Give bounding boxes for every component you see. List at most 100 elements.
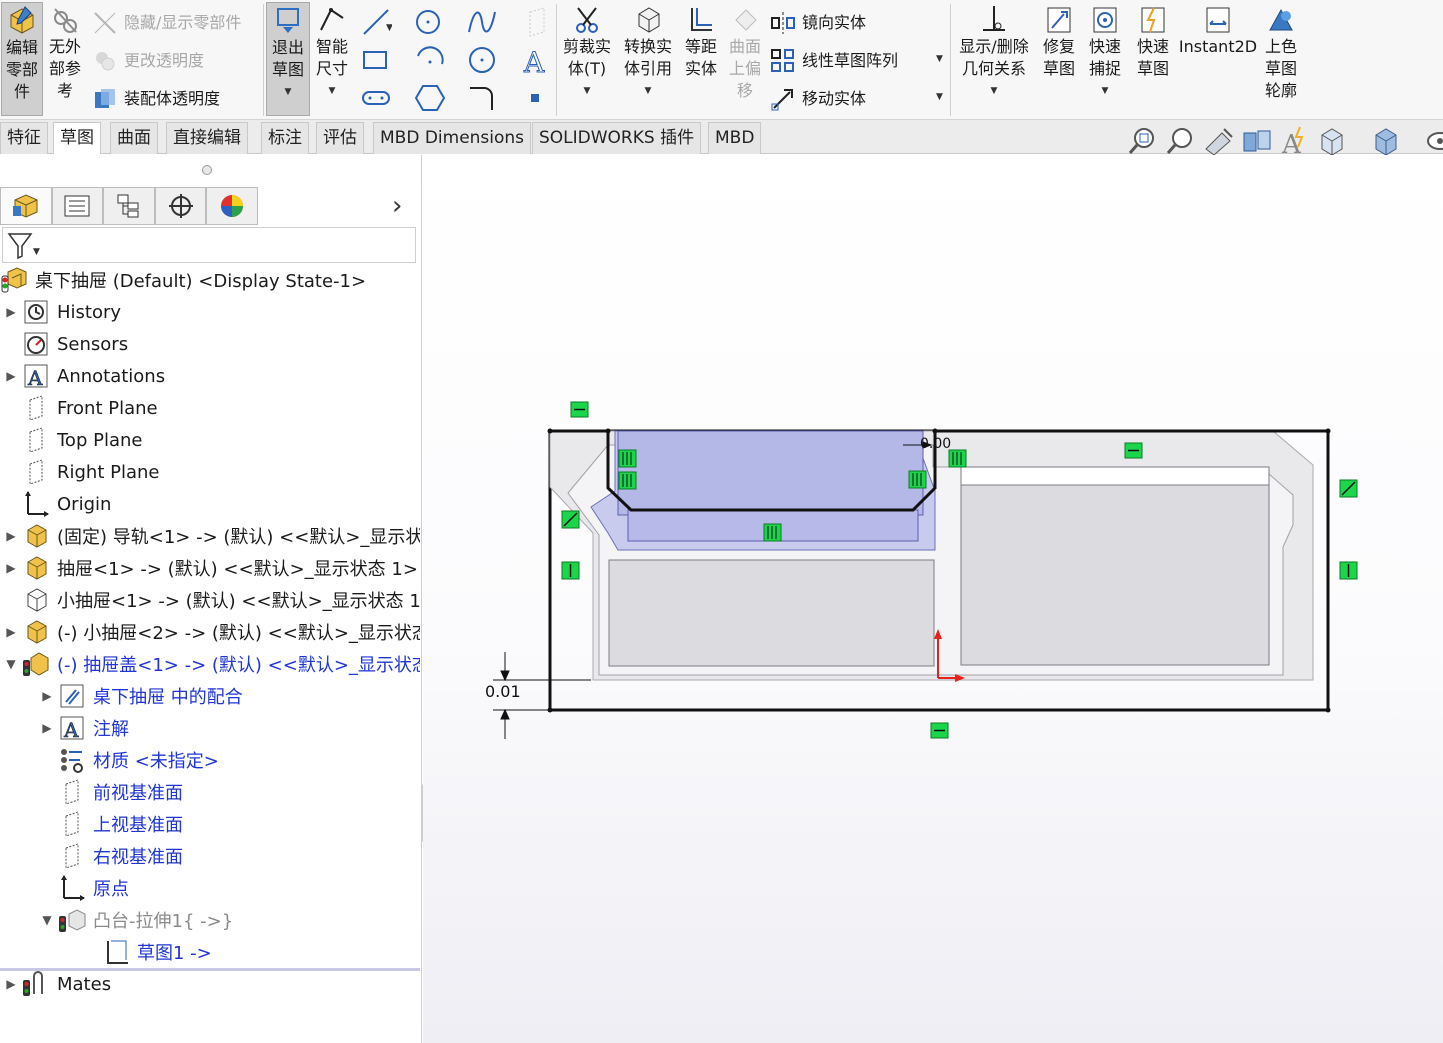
shaded-sketch-contours-button[interactable]: 上色 草图 轮廓	[1260, 2, 1302, 116]
dimension-value-vertical[interactable]: 0.01	[485, 682, 521, 701]
convert-dropdown-icon[interactable]: ▼	[619, 80, 677, 102]
tree-item-origin[interactable]: Origin	[0, 488, 420, 520]
rapid-sketch-button[interactable]: 快速 草图	[1130, 2, 1176, 116]
tree-item-top-plane-cn[interactable]: 上视基准面	[0, 808, 420, 840]
edit-part-button[interactable]: 编辑 零部 件	[1, 2, 43, 116]
tab-configuration-manager[interactable]	[103, 187, 155, 225]
expand-arrow-icon[interactable]: ▶	[0, 561, 22, 575]
circle-tool-icon[interactable]	[414, 6, 446, 38]
tree-item-component-editing[interactable]: ▼ (-) 抽屉盖<1> -> (默认) <<默认>_显示状态 1>	[0, 648, 420, 680]
expand-arrow-icon[interactable]: ▶	[0, 977, 22, 991]
trim-dropdown-icon[interactable]: ▼	[558, 80, 616, 102]
expand-arrow-icon[interactable]: ▶	[36, 721, 58, 735]
sketch-view[interactable]	[423, 155, 1443, 1043]
snaps-dropdown-icon[interactable]: ▼	[1084, 80, 1126, 102]
tree-item-component[interactable]: ▶ (-) 小抽屉<2> -> (默认) <<默认>_显示状态 1>	[0, 616, 420, 648]
tab-mbd[interactable]: MBD	[708, 122, 762, 154]
expand-arrow-icon[interactable]: ▶	[0, 369, 22, 383]
tab-markup[interactable]: 标注	[261, 122, 309, 154]
tree-item-component[interactable]: 小抽屉<1> -> (默认) <<默认>_显示状态 1>	[0, 584, 420, 616]
smart-dimension-dropdown-icon[interactable]: ▼	[312, 80, 352, 102]
filter-icon[interactable]: ▼	[3, 228, 43, 262]
polygon-tool-icon[interactable]	[414, 82, 446, 114]
tab-evaluate[interactable]: 评估	[316, 122, 364, 154]
offset-entities-button[interactable]: 等距 实体	[680, 2, 722, 116]
arc-tool-icon[interactable]	[414, 44, 446, 76]
spline-tool-icon[interactable]	[466, 6, 498, 38]
expand-arrow-icon[interactable]: ▶	[0, 625, 22, 639]
tree-item-right-plane-cn[interactable]: 右视基准面	[0, 840, 420, 872]
display-delete-relations-button[interactable]: 显示/删除 几何关系 ▼	[954, 2, 1034, 116]
expand-arrow-icon[interactable]: ▶	[0, 305, 22, 319]
tree-item-mates-in-assembly[interactable]: ▶ 桌下抽屉 中的配合	[0, 680, 420, 712]
tab-display-manager[interactable]	[206, 187, 258, 225]
move-dropdown-icon[interactable]: ▼	[936, 92, 943, 102]
display-style-icon[interactable]	[1370, 125, 1404, 157]
view-orientation-icon[interactable]	[1316, 125, 1350, 157]
repair-sketch-button[interactable]: 修复 草图	[1038, 2, 1080, 116]
hide-show-components-button[interactable]: 隐藏/显示零部件	[92, 8, 241, 38]
move-entities-button[interactable]: 移动实体	[770, 84, 866, 114]
quick-snaps-button[interactable]: 快速 捕捉 ▼	[1084, 2, 1126, 116]
assembly-transparency-button[interactable]: 装配体透明度	[92, 84, 220, 114]
tree-item-origin-cn[interactable]: 原点	[0, 872, 420, 904]
tab-mbd-dimensions[interactable]: MBD Dimensions	[373, 122, 532, 154]
tree-item-annotations-cn[interactable]: ▶ A 注解	[0, 712, 420, 744]
tab-dimxpert-manager[interactable]	[154, 187, 207, 225]
tree-root[interactable]: 桌下抽屉 (Default) <Display State-1>	[0, 264, 420, 296]
rectangle-tool-icon[interactable]	[360, 44, 392, 76]
offset-surface-button[interactable]: 曲面 上偏 移	[724, 2, 766, 116]
tab-solidworks-addins[interactable]: SOLIDWORKS 插件	[532, 122, 702, 154]
linear-sketch-pattern-button[interactable]: 线性草图阵列	[770, 46, 898, 76]
tree-filter-bar[interactable]: ▼	[2, 227, 416, 263]
tree-item-sketch1[interactable]: 草图1 ->	[0, 936, 420, 968]
expand-panel-arrow-icon[interactable]: ›	[392, 191, 402, 221]
collapse-arrow-icon[interactable]: ▼	[0, 657, 22, 671]
exit-sketch-dropdown-icon[interactable]: ▼	[267, 81, 309, 103]
tree-item-boss-extrude[interactable]: ▼ 凸台-拉伸1{ ->}	[0, 904, 420, 936]
tree-item-history[interactable]: ▶ History	[0, 296, 420, 328]
tab-surfaces[interactable]: 曲面	[110, 122, 158, 154]
tab-sketch[interactable]: 草图	[53, 122, 101, 154]
point-tool-icon[interactable]	[520, 82, 552, 114]
fillet-tool-icon[interactable]	[466, 82, 498, 114]
section-view-icon[interactable]	[1240, 125, 1274, 157]
graphics-area[interactable]: 0.01 0.00	[423, 155, 1443, 1043]
tree-item-front-plane-cn[interactable]: 前视基准面	[0, 776, 420, 808]
dynamic-annotation-icon[interactable]: A	[1278, 125, 1312, 157]
collapse-arrow-icon[interactable]: ▼	[36, 913, 58, 927]
convert-entities-button[interactable]: 转换实 体引用 ▼	[619, 2, 677, 116]
text-tool-icon[interactable]: A	[520, 44, 552, 77]
smart-dimension-button[interactable]: 智能 尺寸 ▼	[312, 2, 352, 116]
mirror-entities-button[interactable]: 镜向实体	[770, 8, 866, 38]
expand-arrow-icon[interactable]: ▶	[36, 689, 58, 703]
exit-sketch-button[interactable]: 退出 草图 ▼	[266, 2, 310, 116]
hide-show-items-icon[interactable]	[1418, 125, 1443, 157]
tab-property-manager[interactable]	[51, 187, 104, 225]
tree-item-right-plane[interactable]: Right Plane	[0, 456, 420, 488]
slot-tool-icon[interactable]	[360, 82, 392, 114]
tree-item-component[interactable]: ▶ 抽屉<1> -> (默认) <<默认>_显示状态 1>	[0, 552, 420, 584]
previous-view-icon[interactable]	[1202, 125, 1236, 157]
tab-feature-manager[interactable]	[0, 187, 52, 225]
change-transparency-button[interactable]: 更改透明度	[92, 46, 204, 76]
tree-item-component[interactable]: ▶ (固定) 导轨<1> -> (默认) <<默认>_显示状态 1>	[0, 520, 420, 552]
ellipse-tool-icon[interactable]	[466, 44, 498, 76]
tree-item-material[interactable]: 材质 <未指定>	[0, 744, 420, 776]
tree-item-sensors[interactable]: Sensors	[0, 328, 420, 360]
tree-item-mates[interactable]: ▶ Mates	[0, 968, 420, 1000]
tab-features[interactable]: 特征	[0, 122, 48, 154]
tree-item-top-plane[interactable]: Top Plane	[0, 424, 420, 456]
dimension-value-top[interactable]: 0.00	[920, 436, 951, 452]
zoom-to-fit-icon[interactable]	[1126, 125, 1160, 157]
instant2d-button[interactable]: Instant2D	[1176, 2, 1260, 116]
panel-splitter-handle[interactable]	[202, 165, 212, 175]
tab-direct-editing[interactable]: 直接编辑	[166, 122, 248, 154]
tree-item-annotations[interactable]: ▶ A Annotations	[0, 360, 420, 392]
zoom-to-area-icon[interactable]	[1164, 125, 1198, 157]
expand-arrow-icon[interactable]: ▶	[0, 529, 22, 543]
pattern-dropdown-icon[interactable]: ▼	[936, 54, 943, 64]
line-tool-icon[interactable]: ▼	[360, 6, 392, 38]
no-external-references-button[interactable]: 无外 部参 考	[44, 2, 86, 116]
relations-dropdown-icon[interactable]: ▼	[954, 80, 1034, 102]
